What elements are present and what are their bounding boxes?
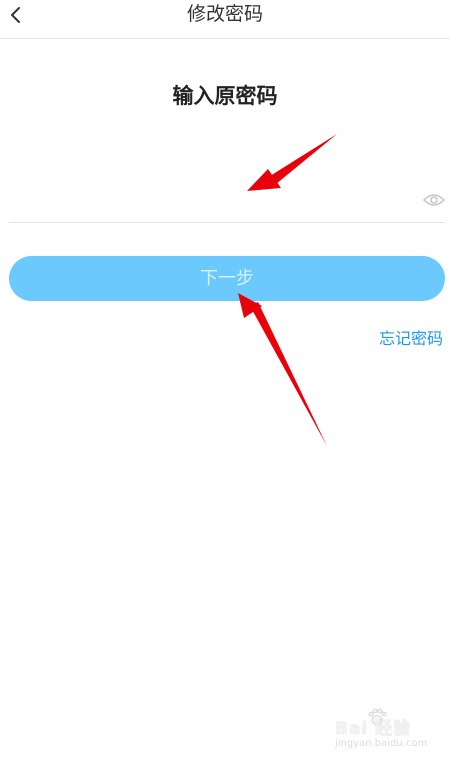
watermark: Bai 经验 jingyan.baidu.com bbox=[327, 708, 427, 754]
annotation-arrows bbox=[238, 134, 337, 446]
password-prompt-heading: 输入原密码 bbox=[172, 84, 278, 108]
forgot-password-link[interactable]: 忘记密码 bbox=[379, 329, 443, 349]
next-step-button[interactable]: 下一步 bbox=[9, 256, 445, 301]
navigation-bar: 修改密码 bbox=[0, 0, 450, 39]
arrow-to-button bbox=[238, 293, 327, 446]
watermark-brand: Bai 经验 bbox=[335, 719, 412, 739]
old-password-input[interactable] bbox=[9, 180, 409, 220]
page-title: 修改密码 bbox=[186, 3, 263, 25]
eye-icon[interactable] bbox=[423, 192, 445, 208]
password-field-row bbox=[9, 180, 445, 223]
watermark-site: jingyan.baidu.com bbox=[335, 738, 428, 749]
